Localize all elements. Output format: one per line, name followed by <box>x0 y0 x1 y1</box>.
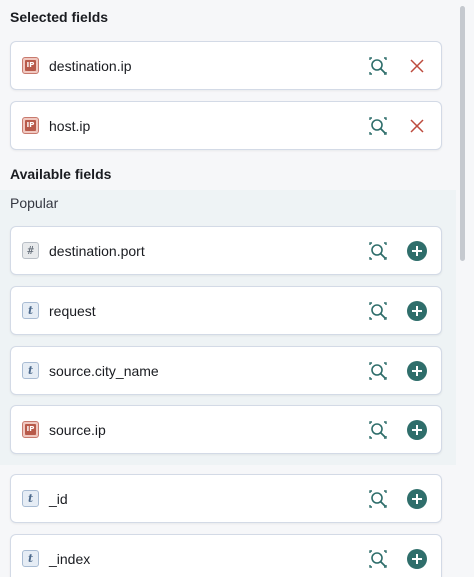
ip-type-icon: IP <box>22 117 39 134</box>
plus-circle-icon[interactable] <box>407 241 427 261</box>
plus-circle-icon[interactable] <box>407 301 427 321</box>
field-name: destination.port <box>49 243 145 259</box>
field-name: host.ip <box>49 118 91 134</box>
field-name: destination.ip <box>49 58 132 74</box>
string-type-icon: t <box>22 302 39 319</box>
available-fields-title: Available fields <box>10 166 112 182</box>
ip-type-icon: IP <box>22 57 39 74</box>
inspect-icon[interactable] <box>367 240 389 262</box>
inspect-icon[interactable] <box>367 300 389 322</box>
number-type-icon: # <box>22 242 39 259</box>
plus-circle-icon[interactable] <box>407 420 427 440</box>
inspect-icon[interactable] <box>367 419 389 441</box>
cross-icon[interactable] <box>407 116 427 136</box>
selected-field-destination-ip[interactable]: IP destination.ip <box>10 41 442 90</box>
available-field-index[interactable]: t _index <box>10 534 442 577</box>
inspect-icon[interactable] <box>367 360 389 382</box>
plus-circle-icon[interactable] <box>407 361 427 381</box>
string-type-icon: t <box>22 550 39 567</box>
inspect-icon[interactable] <box>367 488 389 510</box>
ip-type-icon: IP <box>22 421 39 438</box>
field-name: source.city_name <box>49 363 159 379</box>
field-name: source.ip <box>49 422 106 438</box>
selected-fields-title: Selected fields <box>10 9 109 25</box>
available-field-source-ip[interactable]: IP source.ip <box>10 405 442 454</box>
field-name: request <box>49 303 96 319</box>
available-field-id[interactable]: t _id <box>10 474 442 523</box>
string-type-icon: t <box>22 490 39 507</box>
available-field-destination-port[interactable]: # destination.port <box>10 226 442 275</box>
plus-circle-icon[interactable] <box>407 549 427 569</box>
available-field-request[interactable]: t request <box>10 286 442 335</box>
inspect-icon[interactable] <box>367 115 389 137</box>
string-type-icon: t <box>22 362 39 379</box>
inspect-icon[interactable] <box>367 55 389 77</box>
cross-icon[interactable] <box>407 56 427 76</box>
scrollbar-thumb[interactable] <box>460 6 465 261</box>
inspect-icon[interactable] <box>367 548 389 570</box>
selected-field-host-ip[interactable]: IP host.ip <box>10 101 442 150</box>
popular-title: Popular <box>10 195 59 211</box>
field-name: _index <box>49 551 91 567</box>
available-field-source-city-name[interactable]: t source.city_name <box>10 346 442 395</box>
field-name: _id <box>49 491 68 507</box>
plus-circle-icon[interactable] <box>407 489 427 509</box>
